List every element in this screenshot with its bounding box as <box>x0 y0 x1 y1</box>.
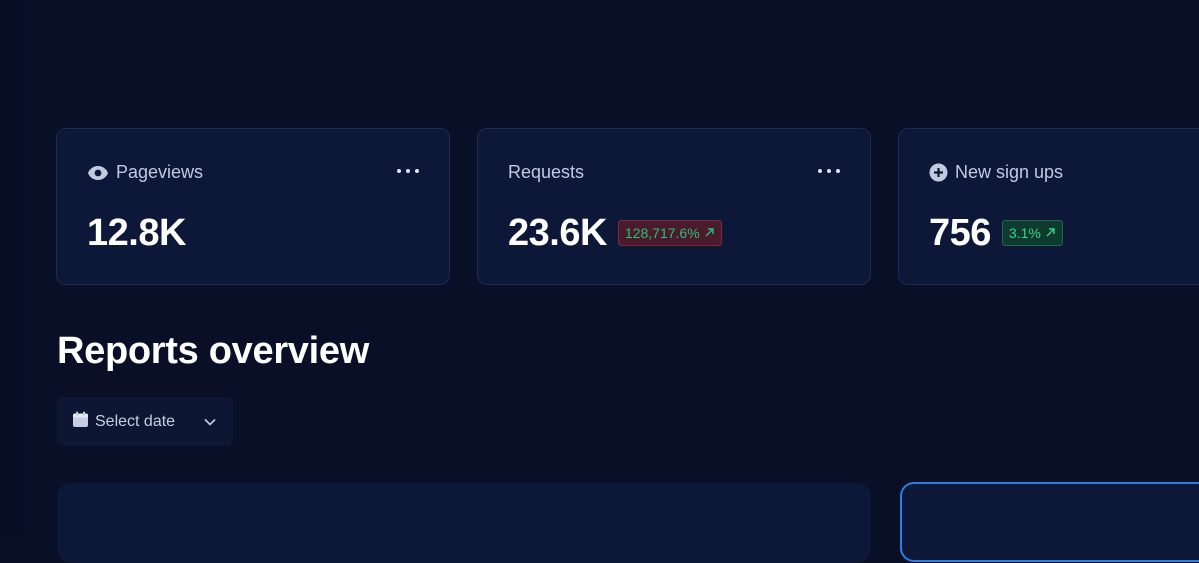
change-badge: 128,717.6% <box>617 220 722 246</box>
date-select-dropdown[interactable]: Select date <box>57 397 233 446</box>
stat-value: 756 <box>929 212 991 254</box>
stat-value-row: 23.6K 128,717.6% <box>508 214 722 252</box>
date-select-label: Select date <box>95 412 176 430</box>
stat-card-header: Pageviews <box>87 162 203 183</box>
stat-label: Requests <box>508 162 585 182</box>
section-title: Reports overview <box>57 330 369 372</box>
stat-value: 12.8K <box>87 212 186 254</box>
stat-card-header: Requests <box>508 162 584 183</box>
stat-card-requests: Requests 23.6K 128,717.6% <box>477 128 871 285</box>
plus-circle-icon <box>929 163 948 182</box>
change-badge: 3.1% <box>1001 220 1063 246</box>
more-options-button[interactable] <box>397 169 419 173</box>
sidebar-edge <box>0 0 24 533</box>
stat-value-row: 756 3.1% <box>929 214 1063 252</box>
stat-card-pageviews: Pageviews 12.8K <box>56 128 450 285</box>
stat-card-new-sign-ups: New sign ups 756 3.1% <box>898 128 1199 285</box>
stat-label: New sign ups <box>955 162 1064 182</box>
stat-value: 23.6K <box>508 212 607 254</box>
change-badge-text: 3.1% <box>1008 225 1041 241</box>
stat-label: Pageviews <box>116 162 204 182</box>
stat-value-row: 12.8K <box>87 214 186 252</box>
change-badge-text: 128,717.6% <box>624 225 700 241</box>
chevron-down-icon <box>204 413 216 431</box>
report-panel-selected[interactable] <box>900 482 1199 562</box>
calendar-icon <box>72 411 89 433</box>
arrow-up-right-icon <box>1045 225 1056 241</box>
eye-icon <box>87 165 109 181</box>
more-options-button[interactable] <box>818 169 840 173</box>
report-panel <box>57 483 871 563</box>
stat-card-header: New sign ups <box>929 162 1063 183</box>
arrow-up-right-icon <box>704 225 715 241</box>
